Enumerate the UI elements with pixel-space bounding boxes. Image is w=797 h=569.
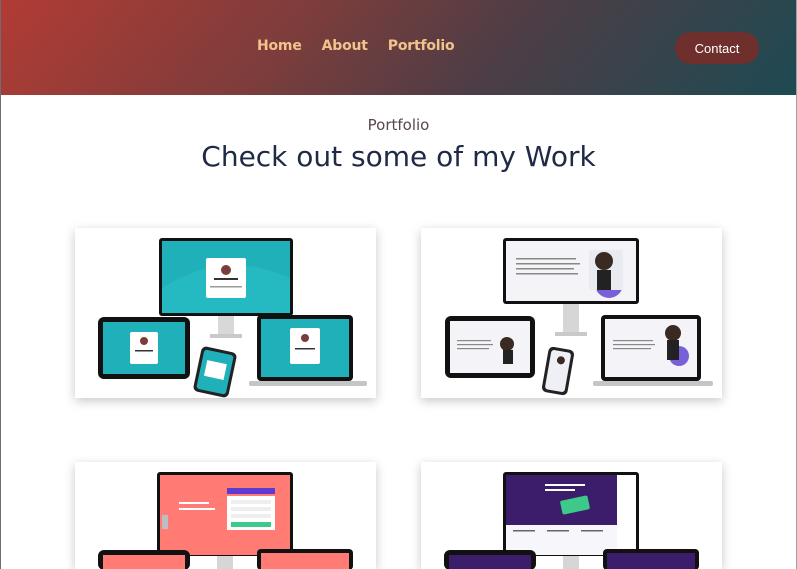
main-nav: Home About Portfolio <box>257 38 455 54</box>
portfolio-card-profile[interactable] <box>75 228 376 398</box>
site-header: Home About Portfolio Contact <box>1 0 796 95</box>
portfolio-card-testimonial[interactable] <box>421 228 722 398</box>
section-label: Portfolio <box>367 116 430 134</box>
contact-button[interactable]: Contact <box>675 32 759 64</box>
device-mockup-image <box>98 238 367 398</box>
portfolio-card-signup[interactable] <box>75 462 376 569</box>
nav-portfolio-link[interactable]: Portfolio <box>388 38 455 54</box>
device-mockup-image <box>444 472 699 569</box>
portfolio-card-landing[interactable] <box>421 462 722 569</box>
device-mockup-image <box>98 472 353 569</box>
page-title: Check out some of my Work <box>201 140 596 173</box>
nav-home-link[interactable]: Home <box>257 38 302 54</box>
device-mockup-image <box>445 238 713 396</box>
nav-about-link[interactable]: About <box>322 38 368 54</box>
